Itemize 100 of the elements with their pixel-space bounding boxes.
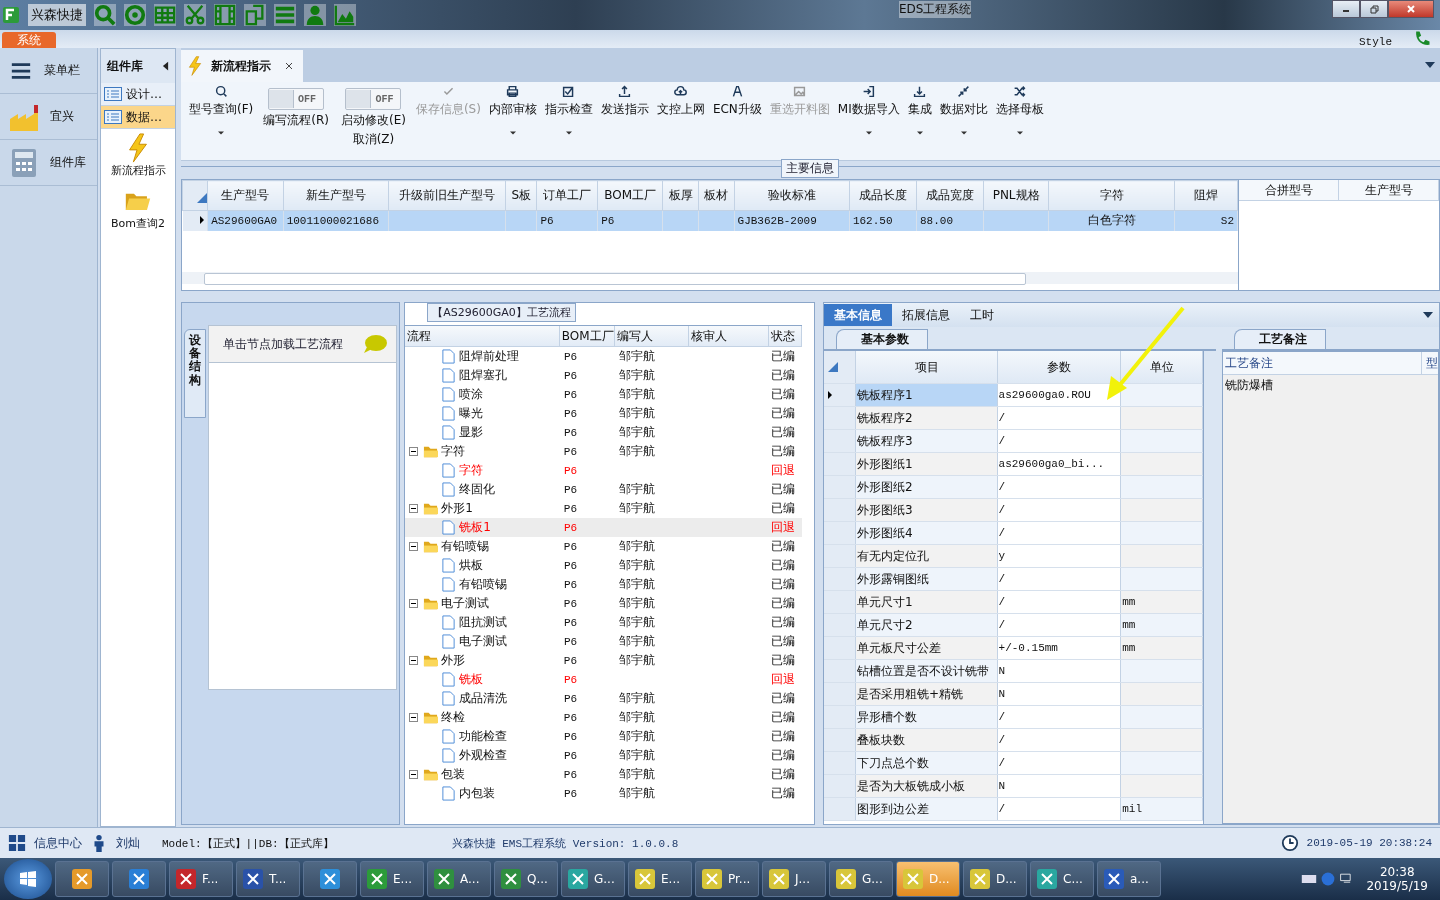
table-row[interactable]: 图形到边公差 / mil xyxy=(824,798,1203,821)
column-header[interactable]: 型 xyxy=(1422,352,1438,374)
tree-row[interactable]: 电子测试 P6 邹宇航 已编 xyxy=(405,632,802,651)
tree-row[interactable]: 包装 P6 邹宇航 已编 xyxy=(405,765,802,784)
row-header-cell[interactable] xyxy=(824,499,856,521)
detail-tab[interactable]: 工时 xyxy=(960,304,1004,326)
column-header[interactable]: 核审人 xyxy=(689,326,770,346)
table-row[interactable]: AS29600GA0 10011000021686 P6 P6 GJB362B-2009 162.50 88.00 白色字符 S2 xyxy=(182,210,1238,231)
column-header[interactable]: S板 xyxy=(505,180,537,211)
tree-row[interactable]: 外形 P6 邹宇航 已编 xyxy=(405,651,802,670)
tree-row[interactable]: 内包装 P6 邹宇航 已编 xyxy=(405,784,802,803)
taskbar-button[interactable]: T... xyxy=(236,861,300,897)
minimize-button[interactable] xyxy=(1332,0,1360,18)
tree-row[interactable]: 喷涂 P6 邹宇航 已编 xyxy=(405,385,802,404)
row-header-cell[interactable] xyxy=(824,752,856,774)
toolbar-button[interactable]: 文控上网 xyxy=(652,82,709,146)
info-center-label[interactable]: 信息中心 xyxy=(34,834,82,852)
collapse-icon[interactable] xyxy=(409,656,419,665)
row-header-cell[interactable] xyxy=(824,476,856,498)
table-row[interactable]: 钻槽位置是否不设计铣带 N xyxy=(824,660,1203,683)
side-tab[interactable]: 设备结构 xyxy=(184,329,206,418)
tree-row[interactable]: 电子测试 P6 邹宇航 已编 xyxy=(405,594,802,613)
column-header[interactable]: 编写人 xyxy=(614,326,690,346)
collapse-icon[interactable] xyxy=(409,542,419,551)
column-header[interactable]: 生产型号 xyxy=(207,180,284,211)
column-header[interactable]: 工艺备注 xyxy=(1223,352,1422,374)
tree-row[interactable]: 字符 P6 邹宇航 已编 xyxy=(405,442,802,461)
row-header-cell[interactable] xyxy=(824,384,856,406)
row-header-cell[interactable] xyxy=(824,729,856,751)
taskbar-button[interactable]: J... xyxy=(762,861,826,897)
tree-row[interactable]: 有铅喷锡 P6 邹宇航 已编 xyxy=(405,575,802,594)
column-header[interactable]: 订单工厂 xyxy=(536,180,598,211)
column-header[interactable]: 成品长度 xyxy=(849,180,917,211)
dropdown-icon[interactable] xyxy=(1425,62,1435,68)
scissors-icon[interactable] xyxy=(184,4,206,26)
table-row[interactable]: 叠板块数 / xyxy=(824,729,1203,752)
column-header[interactable]: BOM工厂 xyxy=(597,180,663,211)
sub-tab[interactable]: 工艺备注 xyxy=(1234,329,1326,349)
taskbar-button[interactable]: D... xyxy=(963,861,1027,897)
taskbar-button[interactable]: G... xyxy=(829,861,893,897)
table-row[interactable]: 是否采用粗铣+精铣 N xyxy=(824,683,1203,706)
collapse-icon[interactable] xyxy=(409,599,419,608)
taskbar-button[interactable] xyxy=(303,861,357,897)
table-row[interactable]: 单元板尺寸公差 +/-0.15mm mm xyxy=(824,637,1203,660)
table-row[interactable]: 铣板程序3 / xyxy=(824,430,1203,453)
toggle-switch[interactable]: OFF xyxy=(268,88,325,110)
table-row[interactable]: 是否为大板铣成小板 N xyxy=(824,775,1203,798)
taskbar-button[interactable]: a... xyxy=(1097,861,1161,897)
grid-icon[interactable] xyxy=(8,834,26,852)
column-header[interactable]: 阻焊 xyxy=(1174,180,1238,211)
row-header-cell[interactable] xyxy=(824,614,856,636)
tree-row[interactable]: 显影 P6 邹宇航 已编 xyxy=(405,423,802,442)
taskbar-button[interactable]: Pr... xyxy=(695,861,759,897)
tree-row[interactable]: 烘板 P6 邹宇航 已编 xyxy=(405,556,802,575)
list-icon[interactable] xyxy=(274,4,296,26)
column-header[interactable]: 流程 xyxy=(405,326,560,346)
table-row[interactable]: 铣板程序1 as29600ga0.ROU xyxy=(824,384,1203,407)
row-header-cell[interactable] xyxy=(824,453,856,475)
taskbar-button[interactable] xyxy=(55,861,109,897)
row-header-cell[interactable] xyxy=(824,545,856,567)
row-header-cell[interactable] xyxy=(824,706,856,728)
column-header[interactable]: 项目 xyxy=(855,351,998,383)
library-item[interactable]: 新流程指示 xyxy=(101,129,175,182)
search-icon[interactable] xyxy=(94,4,116,26)
table-row[interactable]: 铣板程序2 / xyxy=(824,407,1203,430)
detail-tab[interactable]: 拓展信息 xyxy=(892,304,960,326)
row-header-cell[interactable] xyxy=(824,407,856,429)
taskbar-button[interactable]: A... xyxy=(427,861,491,897)
taskbar-button[interactable] xyxy=(112,861,166,897)
toggle-switch[interactable]: OFF xyxy=(345,88,402,110)
table-row[interactable]: 外形露铜图纸 / xyxy=(824,568,1203,591)
row-header-cell[interactable] xyxy=(824,637,856,659)
table-row[interactable]: 单元尺寸1 / mm xyxy=(824,591,1203,614)
toolbar-button[interactable]: 指示检查 xyxy=(540,82,597,146)
row-header-cell[interactable] xyxy=(824,430,856,452)
taskbar-button[interactable]: F... xyxy=(169,861,233,897)
style-menu[interactable]: Style xyxy=(1359,36,1392,48)
column-header[interactable]: 成品宽度 xyxy=(916,180,984,211)
detail-tab[interactable]: 基本信息 xyxy=(824,304,892,326)
column-header[interactable]: 验收标准 xyxy=(734,180,850,211)
toolbar-button[interactable]: ECN升级 xyxy=(708,82,766,146)
row-header-cell[interactable] xyxy=(824,683,856,705)
table-row[interactable]: 外形图纸1 as29600ga0_bi... xyxy=(824,453,1203,476)
restore-button[interactable] xyxy=(1360,0,1388,18)
column-header[interactable]: 合拼型号 xyxy=(1239,180,1339,200)
sidebar-item[interactable]: 菜单栏 xyxy=(0,48,97,94)
person-icon[interactable] xyxy=(304,4,326,26)
row-header-cell[interactable] xyxy=(824,591,856,613)
sidebar-item[interactable]: 宜兴 xyxy=(0,94,97,140)
collapse-icon[interactable] xyxy=(162,61,169,71)
taskbar-clock[interactable]: 20:38 2019/5/19 xyxy=(1358,865,1436,893)
toolbar-button[interactable]: 选择母板 xyxy=(991,82,1048,146)
column-header[interactable]: PNL规格 xyxy=(983,180,1049,211)
tree-row[interactable]: 外形1 P6 邹宇航 已编 xyxy=(405,499,802,518)
row-header-cell[interactable] xyxy=(824,522,856,544)
tree-row[interactable]: 外观检查 P6 邹宇航 已编 xyxy=(405,746,802,765)
tree-row[interactable]: 阻焊前处理 P6 邹宇航 已编 xyxy=(405,347,802,366)
table-row[interactable]: 单元尺寸2 / mm xyxy=(824,614,1203,637)
row-header-cell[interactable] xyxy=(824,568,856,590)
copy-icon[interactable] xyxy=(244,4,266,26)
